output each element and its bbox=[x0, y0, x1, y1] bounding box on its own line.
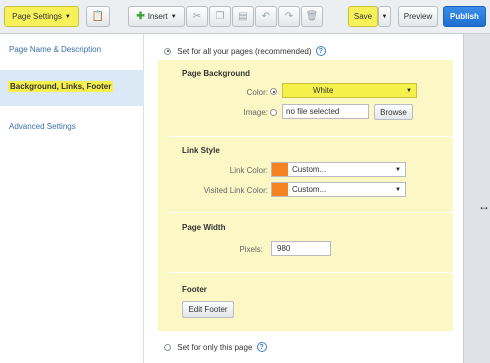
save-options-button[interactable]: ▼ bbox=[378, 6, 391, 27]
insert-label: Insert bbox=[147, 12, 168, 21]
save-label: Save bbox=[353, 12, 373, 21]
all-pages-radio[interactable] bbox=[164, 47, 171, 55]
chevron-down-icon: ▼ bbox=[395, 166, 401, 173]
delete-button[interactable]: 🗑 bbox=[301, 6, 323, 27]
all-pages-label: Set for all your pages (recommended) bbox=[177, 46, 312, 56]
pixels-value: 980 bbox=[277, 244, 291, 253]
image-label: Image: bbox=[243, 108, 268, 117]
copy-button[interactable]: ❐ bbox=[209, 6, 231, 27]
visited-link-color-label: Visited Link Color: bbox=[203, 186, 268, 195]
browse-button[interactable]: Browse bbox=[374, 104, 413, 120]
publish-button[interactable]: Publish bbox=[443, 6, 486, 27]
visited-link-color-dropdown[interactable]: Custom... ▼ bbox=[271, 182, 406, 197]
sidebar-item-label: Advanced Settings bbox=[9, 122, 76, 131]
only-this-page-option[interactable]: Set for only this page ? bbox=[164, 342, 267, 352]
page-background-title: Page Background bbox=[182, 69, 251, 78]
mouse-cursor-icon: ↔ bbox=[478, 199, 490, 213]
save-button[interactable]: Save bbox=[348, 6, 378, 27]
trash-icon: 🗑 bbox=[305, 10, 319, 22]
visited-link-color-swatch bbox=[272, 183, 288, 196]
cut-button[interactable]: ✂ bbox=[186, 6, 208, 27]
page-settings-label: Page Settings bbox=[12, 12, 62, 21]
visited-link-color-value: Custom... bbox=[292, 185, 327, 194]
copy-icon: ❐ bbox=[215, 10, 225, 22]
background-color-dropdown[interactable]: White ▼ bbox=[282, 83, 417, 98]
pixels-input[interactable]: 980 bbox=[271, 241, 331, 256]
page-width-title: Page Width bbox=[182, 223, 226, 232]
link-color-label: Link Color: bbox=[229, 166, 268, 175]
link-style-title: Link Style bbox=[182, 146, 220, 155]
sidebar-item-label: Background, Links, Footer bbox=[8, 81, 114, 92]
sidebar-item-background-links-footer[interactable]: Background, Links, Footer bbox=[0, 70, 144, 106]
preview-button[interactable]: Preview bbox=[398, 6, 438, 27]
editor-toolbar: Page Settings ▼ 📋 ✚ Insert ▼ ✂ ❐ ▤ ↶ ↷ 🗑 Sa… bbox=[0, 0, 490, 34]
pixels-label: Pixels: bbox=[239, 245, 263, 254]
clipboard-button[interactable]: 📋 bbox=[86, 6, 110, 27]
section-divider bbox=[168, 272, 453, 273]
redo-icon: ↷ bbox=[284, 10, 294, 22]
page-settings-panel: Page Name & Description Background, Link… bbox=[0, 34, 464, 363]
undo-icon: ↶ bbox=[261, 10, 271, 22]
settings-area: Page Background Color: White ▼ Image: no… bbox=[158, 60, 453, 331]
undo-button[interactable]: ↶ bbox=[255, 6, 277, 27]
settings-sidebar: Page Name & Description Background, Link… bbox=[0, 34, 144, 363]
link-color-dropdown[interactable]: Custom... ▼ bbox=[271, 162, 406, 177]
chevron-down-icon: ▼ bbox=[64, 13, 71, 20]
chevron-down-icon: ▼ bbox=[170, 13, 177, 20]
redo-button[interactable]: ↷ bbox=[278, 6, 300, 27]
link-color-swatch bbox=[272, 163, 288, 176]
chevron-down-icon: ▼ bbox=[381, 13, 388, 20]
clipboard-icon: 📋 bbox=[91, 10, 105, 22]
file-name-field: no file selected bbox=[282, 104, 369, 119]
edit-footer-button[interactable]: Edit Footer bbox=[182, 301, 234, 318]
background-color-value: White bbox=[313, 86, 334, 95]
insert-button[interactable]: ✚ Insert ▼ bbox=[128, 6, 185, 27]
section-divider bbox=[168, 212, 453, 213]
sidebar-item-advanced-settings[interactable]: Advanced Settings bbox=[0, 122, 144, 131]
color-radio[interactable] bbox=[270, 88, 277, 95]
file-name-text: no file selected bbox=[286, 107, 340, 116]
section-divider bbox=[168, 136, 453, 137]
page-settings-button[interactable]: Page Settings ▼ bbox=[4, 6, 79, 27]
footer-title: Footer bbox=[182, 285, 207, 294]
edit-footer-label: Edit Footer bbox=[188, 305, 228, 314]
image-radio[interactable] bbox=[270, 109, 277, 116]
chevron-down-icon: ▼ bbox=[395, 186, 401, 193]
sidebar-item-label: Page Name & Description bbox=[9, 45, 102, 54]
link-color-value: Custom... bbox=[292, 165, 327, 174]
color-label: Color: bbox=[246, 88, 268, 97]
sidebar-item-page-name[interactable]: Page Name & Description bbox=[0, 45, 144, 54]
plus-icon: ✚ bbox=[136, 10, 145, 22]
help-icon[interactable]: ? bbox=[315, 46, 326, 56]
browse-label: Browse bbox=[380, 107, 407, 117]
help-icon[interactable]: ? bbox=[256, 342, 267, 352]
all-pages-option[interactable]: Set for all your pages (recommended) ? bbox=[164, 46, 326, 56]
preview-label: Preview bbox=[403, 12, 433, 21]
scissors-icon: ✂ bbox=[192, 10, 202, 22]
publish-label: Publish bbox=[450, 12, 479, 21]
paste-icon: ▤ bbox=[238, 10, 248, 22]
only-this-page-radio[interactable] bbox=[164, 343, 171, 351]
paste-button[interactable]: ▤ bbox=[232, 6, 254, 27]
chevron-down-icon: ▼ bbox=[406, 87, 412, 94]
only-this-page-label: Set for only this page bbox=[177, 342, 253, 352]
